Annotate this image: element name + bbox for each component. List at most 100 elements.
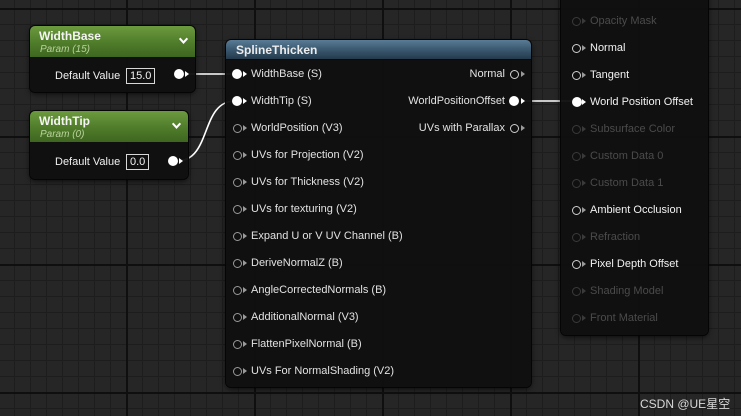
input-pin-flatten-pixel-normal[interactable] xyxy=(233,340,242,349)
input-pin-worldposition[interactable] xyxy=(233,124,242,133)
output-arrow xyxy=(521,125,525,131)
material-pin-arrow xyxy=(582,207,586,213)
widthtip-output-pin[interactable] xyxy=(168,156,178,166)
input-label-uvs-texturing: UVs for texturing (V2) xyxy=(251,203,357,215)
material-label-front-material: Front Material xyxy=(590,312,658,324)
widthbase-output-arrow xyxy=(185,71,189,77)
material-label-normal: Normal xyxy=(590,42,626,54)
material-pin-shading-model[interactable] xyxy=(572,287,581,296)
material-pin-arrow xyxy=(582,315,586,321)
input-label-flatten-pixel-normal: FlattenPixelNormal (B) xyxy=(251,338,362,350)
input-arrow xyxy=(243,152,247,158)
widthbase-header[interactable]: WidthBase Param (15) xyxy=(30,26,195,57)
input-label-widthbase: WidthBase (S) xyxy=(251,68,322,80)
output-pin-world-position-offset[interactable] xyxy=(509,96,519,106)
widthtip-param-node[interactable]: WidthTip Param (0) Default Value 0.0 xyxy=(30,111,188,179)
input-pin-widthbase[interactable] xyxy=(232,69,242,79)
input-label-angle-corrected: AngleCorrectedNormals (B) xyxy=(251,284,387,296)
input-pin-uvs-texturing[interactable] xyxy=(233,205,242,214)
material-label-ambient-occlusion: Ambient Occlusion xyxy=(590,204,682,216)
material-pin-arrow xyxy=(582,288,586,294)
material-label-subsurface-color: Subsurface Color xyxy=(590,123,675,135)
input-label-worldposition: WorldPosition (V3) xyxy=(251,122,343,134)
material-pin-arrow xyxy=(582,126,586,132)
material-pin-arrow xyxy=(582,234,586,240)
input-pin-uvs-normal-shading[interactable] xyxy=(233,367,242,376)
material-pin-custom-data-0[interactable] xyxy=(572,152,581,161)
output-label-world-position-offset: WorldPositionOffset xyxy=(408,95,505,107)
widthbase-value-field[interactable]: 15.0 xyxy=(126,68,156,84)
output-pin-uvs-parallax[interactable] xyxy=(510,124,519,133)
material-pin-tangent[interactable] xyxy=(572,71,581,80)
material-pin-opacity-mask[interactable] xyxy=(572,17,581,26)
input-arrow xyxy=(243,206,247,212)
widthbase-subtitle: Param (15) xyxy=(40,44,91,55)
input-label-uvs-thickness: UVs for Thickness (V2) xyxy=(251,176,364,188)
material-pin-custom-data-1[interactable] xyxy=(572,179,581,188)
widthtip-default-label: Default Value xyxy=(55,156,121,168)
material-pin-subsurface-color[interactable] xyxy=(572,125,581,134)
material-pin-arrow xyxy=(582,45,586,51)
material-label-pixel-depth-offset: Pixel Depth Offset xyxy=(590,258,679,270)
material-pin-arrow xyxy=(582,180,586,186)
widthtip-value-field[interactable]: 0.0 xyxy=(126,154,150,170)
material-pin-arrow xyxy=(582,153,586,159)
input-label-uvs-normal-shading: UVs For NormalShading (V2) xyxy=(251,365,395,377)
input-arrow xyxy=(243,287,247,293)
widthtip-subtitle: Param (0) xyxy=(40,129,85,140)
widthtip-header[interactable]: WidthTip Param (0) xyxy=(30,111,188,142)
widthbase-param-node[interactable]: WidthBase Param (15) Default Value 15.0 xyxy=(30,26,195,92)
input-pin-additional-normal[interactable] xyxy=(233,313,242,322)
input-arrow xyxy=(243,125,247,131)
input-pin-uvs-thickness[interactable] xyxy=(233,178,242,187)
material-label-shading-model: Shading Model xyxy=(590,285,664,297)
splinethicken-header[interactable]: SplineThicken xyxy=(226,40,531,60)
input-label-expand-uv: Expand U or V UV Channel (B) xyxy=(251,230,403,242)
input-label-derive-normalz: DeriveNormalZ (B) xyxy=(251,257,343,269)
material-pin-arrow xyxy=(582,99,586,105)
splinethicken-node[interactable]: SplineThicken WidthBase (S) WidthTip (S)… xyxy=(226,40,531,387)
input-label-additional-normal: AdditionalNormal (V3) xyxy=(251,311,359,323)
output-arrow xyxy=(521,98,525,104)
material-label-world-position-offset: World Position Offset xyxy=(590,96,693,108)
input-arrow xyxy=(243,179,247,185)
input-pin-expand-uv[interactable] xyxy=(233,232,242,241)
material-result-node[interactable]: Opacity Mask Normal Tangent World Positi… xyxy=(561,0,708,335)
input-arrow xyxy=(243,260,247,266)
input-arrow xyxy=(243,341,247,347)
widthtip-title: WidthTip xyxy=(39,114,90,128)
material-label-tangent: Tangent xyxy=(590,69,630,81)
input-pin-uvs-projection[interactable] xyxy=(233,151,242,160)
output-label-normal: Normal xyxy=(469,68,505,80)
input-label-widthtip: WidthTip (S) xyxy=(251,95,312,107)
material-pin-refraction[interactable] xyxy=(572,233,581,242)
widthtip-output-arrow xyxy=(179,158,183,164)
output-label-uvs-parallax: UVs with Parallax xyxy=(418,122,505,134)
material-pin-front-material[interactable] xyxy=(572,314,581,323)
chevron-down-icon[interactable] xyxy=(178,35,189,46)
material-pin-arrow xyxy=(582,72,586,78)
material-pin-pixel-depth-offset[interactable] xyxy=(572,260,581,269)
input-label-uvs-projection: UVs for Projection (V2) xyxy=(251,149,364,161)
output-pin-normal[interactable] xyxy=(510,70,519,79)
input-pin-widthtip[interactable] xyxy=(232,96,242,106)
widthbase-output-pin[interactable] xyxy=(174,69,184,79)
input-arrow xyxy=(243,233,247,239)
widthbase-default-label: Default Value xyxy=(55,70,121,82)
splinethicken-title: SplineThicken xyxy=(236,43,318,57)
material-pin-arrow xyxy=(582,261,586,267)
chevron-down-icon[interactable] xyxy=(171,120,182,131)
material-pin-ambient-occlusion[interactable] xyxy=(572,206,581,215)
material-label-opacity-mask: Opacity Mask xyxy=(590,15,657,27)
material-label-custom-data-0: Custom Data 0 xyxy=(590,150,664,162)
material-label-custom-data-1: Custom Data 1 xyxy=(590,177,664,189)
input-arrow xyxy=(243,71,247,77)
input-pin-derive-normalz[interactable] xyxy=(233,259,242,268)
material-label-refraction: Refraction xyxy=(590,231,641,243)
output-arrow xyxy=(521,71,525,77)
widthbase-title: WidthBase xyxy=(39,29,101,43)
input-arrow xyxy=(243,98,247,104)
input-pin-angle-corrected[interactable] xyxy=(233,286,242,295)
material-pin-world-position-offset[interactable] xyxy=(572,97,582,107)
material-pin-normal[interactable] xyxy=(572,44,581,53)
